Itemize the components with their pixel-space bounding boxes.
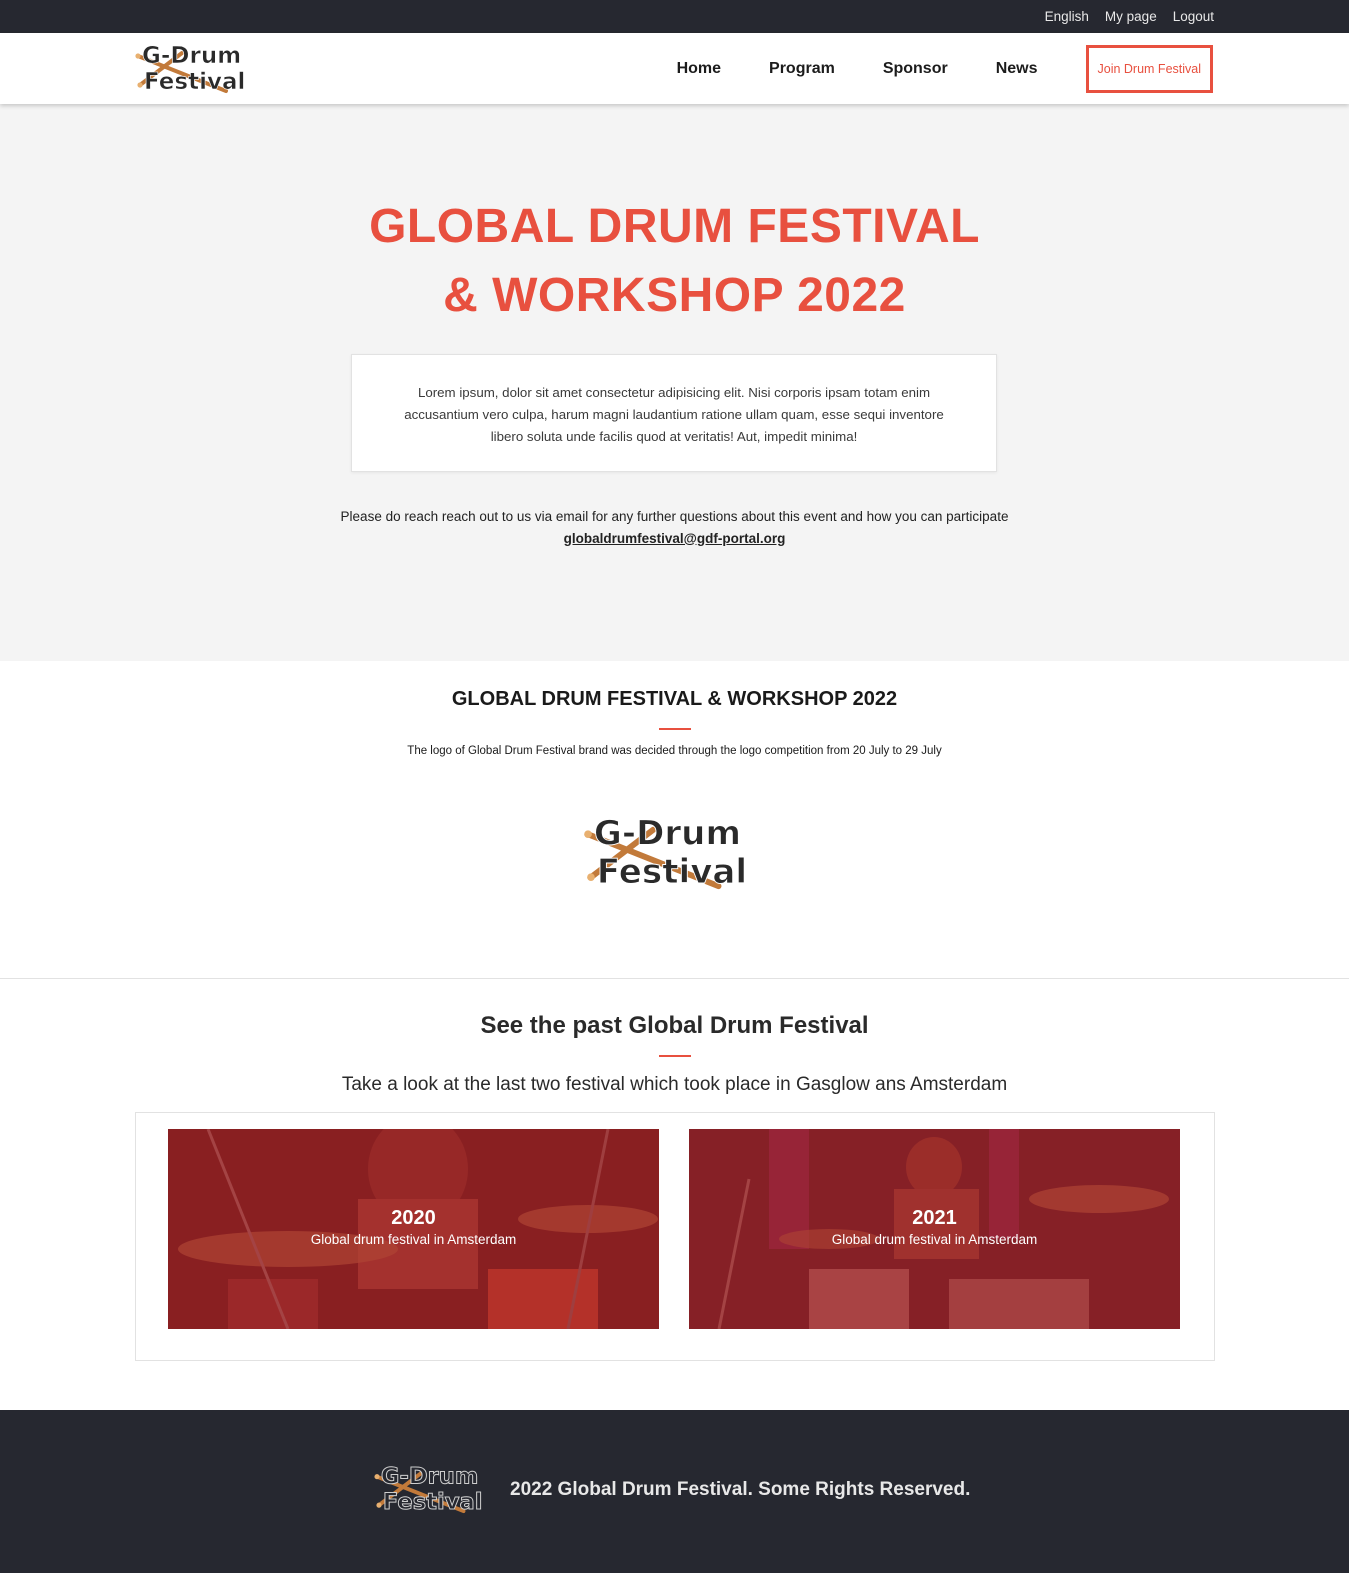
- site-footer: G-Drum Festival 2022 Global Drum Festiva…: [0, 1410, 1349, 1573]
- main-header: G-Drum Festival Home Program Sponsor New…: [0, 33, 1349, 104]
- festival-caption: 2021 Global drum festival in Amsterdam: [689, 1207, 1180, 1251]
- festival-year: 2020: [391, 1207, 436, 1229]
- my-page-link[interactable]: My page: [1105, 9, 1157, 24]
- nav-news[interactable]: News: [996, 60, 1038, 78]
- contact-block: Please do reach reach out to us via emai…: [0, 506, 1349, 549]
- nav-home[interactable]: Home: [677, 60, 721, 78]
- festival-card-2020[interactable]: 2020 Global drum festival in Amsterdam: [168, 1129, 659, 1329]
- festival-year: 2021: [912, 1207, 957, 1229]
- about-section: GLOBAL DRUM FESTIVAL & WORKSHOP 2022 The…: [0, 661, 1349, 979]
- contact-text: Please do reach reach out to us via emai…: [340, 509, 1009, 524]
- utility-links: English My page Logout: [1045, 0, 1214, 33]
- past-festivals-gallery: 2020 Global drum festival in Amsterdam 2…: [135, 1112, 1215, 1361]
- contact-email-link[interactable]: globaldrumfestival@gdf-portal.org: [564, 531, 786, 546]
- past-subtitle: Take a look at the last two festival whi…: [341, 1074, 1008, 1095]
- logout-link[interactable]: Logout: [1173, 9, 1214, 24]
- footer-logo[interactable]: G-Drum Festival: [373, 1460, 495, 1517]
- hero-title-line2: & WORKSHOP 2022: [443, 269, 906, 322]
- festival-card-2021[interactable]: 2021 Global drum festival in Amsterdam: [689, 1129, 1180, 1329]
- section-divider: [659, 1055, 691, 1057]
- section-divider: [659, 728, 691, 730]
- hero-title-line1: GLOBAL DRUM FESTIVAL: [369, 200, 980, 253]
- hero-intro-card: Lorem ipsum, dolor sit amet consectetur …: [351, 354, 997, 472]
- hero-section: GLOBAL DRUM FESTIVAL & WORKSHOP 2022 Lor…: [0, 104, 1349, 661]
- language-link[interactable]: English: [1045, 9, 1089, 24]
- hero-intro-text: Lorem ipsum, dolor sit amet consectetur …: [404, 385, 944, 444]
- about-text: The logo of Global Drum Festival brand w…: [407, 745, 942, 757]
- top-utility-bar: English My page Logout: [0, 0, 1349, 33]
- past-title: See the past Global Drum Festival: [480, 1012, 869, 1039]
- nav-program[interactable]: Program: [769, 60, 835, 78]
- festival-caption: 2020 Global drum festival in Amsterdam: [168, 1207, 659, 1251]
- site-logo[interactable]: G-Drum Festival: [134, 39, 258, 97]
- nav-sponsor[interactable]: Sponsor: [883, 60, 948, 78]
- footer-logo-text-bottom: Festival: [383, 1489, 483, 1515]
- logo-text-bottom: Festival: [144, 69, 245, 95]
- past-festivals-section: See the past Global Drum Festival Take a…: [0, 979, 1349, 1410]
- large-logo-text-bottom: Festival: [597, 852, 747, 892]
- brand-logo-large: G-Drum Festival: [582, 813, 748, 893]
- join-drum-festival-button[interactable]: Join Drum Festival: [1085, 45, 1213, 93]
- about-title: GLOBAL DRUM FESTIVAL & WORKSHOP 2022: [451, 688, 898, 710]
- hero-title: GLOBAL DRUM FESTIVAL & WORKSHOP 2022: [0, 192, 1349, 330]
- logo-text-top: G-Drum: [142, 43, 241, 69]
- main-nav: Home Program Sponsor News Join Drum Fest…: [677, 45, 1213, 93]
- festival-description: Global drum festival in Amsterdam: [310, 1232, 517, 1247]
- footer-logo-text-top: G-Drum: [381, 1464, 478, 1490]
- festival-description: Global drum festival in Amsterdam: [831, 1232, 1038, 1247]
- footer-copyright: 2022 Global Drum Festival. Some Rights R…: [510, 1479, 971, 1500]
- large-logo-text-top: G-Drum: [594, 814, 741, 854]
